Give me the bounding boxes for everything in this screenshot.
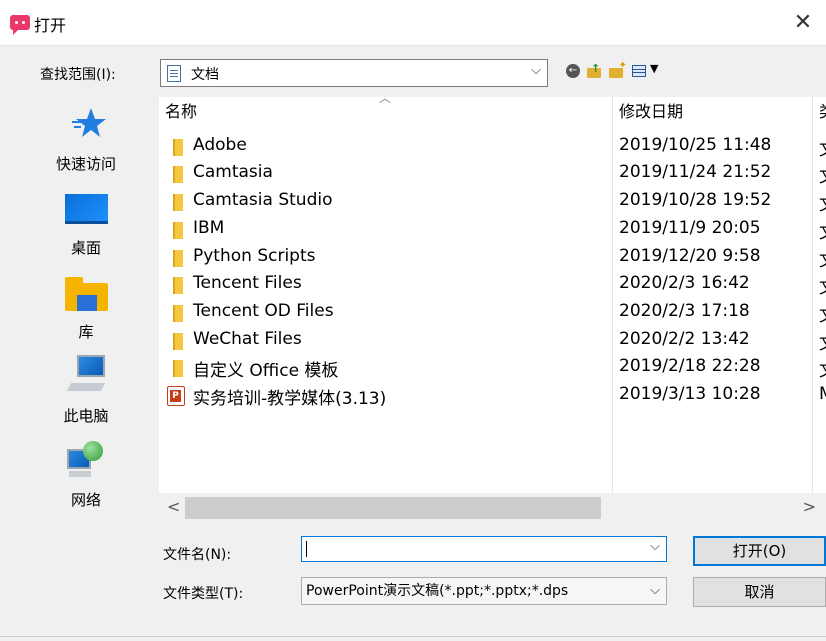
file-name: IBM [193, 218, 225, 238]
file-type: 文 [819, 246, 826, 271]
computer-icon [66, 355, 109, 395]
chevron-down-icon: ⌵ [650, 578, 660, 604]
file-row[interactable]: 自定义 Office 模板 2019/2/18 22:28 文 [159, 354, 826, 381]
file-name: Camtasia Studio [193, 190, 333, 210]
filetype-dropdown[interactable]: PowerPoint演示文稿(*.ppt;*.pptx;*.dps ⌵ [301, 577, 667, 605]
filename-label: 文件名(N): [163, 547, 232, 563]
folder-icon [173, 360, 183, 377]
filetype-label: 文件类型(T): [163, 586, 244, 602]
app-icon [10, 15, 30, 35]
folder-icon [173, 305, 183, 322]
documents-icon [167, 65, 181, 82]
file-row[interactable]: WeChat Files 2020/2/2 13:42 文 [159, 327, 826, 354]
file-date: 2020/2/2 13:42 [619, 329, 750, 349]
look-in-label: 查找范围(I): [40, 67, 116, 83]
network-icon [67, 441, 107, 481]
place-label: 快速访问 [55, 155, 116, 173]
folder-icon [173, 250, 183, 267]
file-name: Tencent OD Files [193, 301, 334, 321]
look-in-dropdown[interactable]: 文档 ⌵ [160, 59, 548, 87]
chevron-down-icon: ⌵ [531, 63, 541, 78]
file-date: 2019/2/18 22:28 [619, 356, 761, 376]
file-name: Camtasia [193, 162, 273, 182]
folder-icon [173, 277, 183, 294]
up-folder-icon[interactable]: ↑ [587, 62, 601, 78]
file-date: 2019/11/24 21:52 [619, 162, 772, 182]
place-label: 桌面 [70, 239, 101, 257]
open-button[interactable]: 打开(O) [693, 536, 826, 566]
file-row[interactable]: P 实务培训-教学媒体(3.13) 2019/3/13 10:28 M [159, 382, 826, 409]
view-menu-icon[interactable]: ▼ [632, 62, 666, 78]
scroll-right-arrow[interactable]: > [803, 497, 816, 516]
file-date: 2019/12/20 9:58 [619, 246, 761, 266]
place-label: 库 [78, 323, 94, 341]
text-caret [306, 541, 307, 557]
file-type: M [819, 384, 826, 404]
new-folder-icon[interactable]: ✦ [609, 60, 627, 78]
folder-icon [173, 139, 183, 156]
window-border [0, 636, 826, 637]
file-name: 自定义 Office 模板 [193, 361, 339, 381]
file-name: 实务培训-教学媒体(3.13) [193, 389, 387, 409]
column-header-date[interactable]: 修改日期 [619, 97, 683, 127]
star-icon [72, 108, 106, 137]
file-date: 2019/11/9 20:05 [619, 218, 761, 238]
file-row[interactable]: Python Scripts 2019/12/20 9:58 文 [159, 244, 826, 271]
filename-input[interactable]: ⌵ [301, 536, 667, 562]
file-date: 2019/10/25 11:48 [619, 135, 772, 155]
file-type: 文 [819, 273, 826, 298]
file-row[interactable]: Tencent Files 2020/2/3 16:42 文 [159, 271, 826, 298]
close-button[interactable]: ✕ [780, 0, 826, 46]
folder-icon [173, 194, 183, 211]
back-icon[interactable]: ← [566, 64, 580, 78]
file-row[interactable]: Camtasia 2019/11/24 21:52 文 [159, 160, 826, 187]
file-type: 文 [819, 190, 826, 215]
column-header-name[interactable]: 名称 [165, 97, 197, 127]
desktop-icon [65, 194, 108, 224]
place-label: 此电脑 [63, 407, 109, 425]
horizontal-scrollbar[interactable]: < > [159, 493, 826, 523]
file-type: 文 [819, 329, 826, 354]
file-date: 2019/3/13 10:28 [619, 384, 761, 404]
scroll-left-arrow[interactable]: < [167, 497, 180, 516]
file-name: WeChat Files [193, 329, 302, 349]
file-row[interactable]: Camtasia Studio 2019/10/28 19:52 文 [159, 188, 826, 215]
file-row[interactable]: Adobe 2019/10/25 11:48 文 [159, 133, 826, 160]
library-icon [65, 277, 108, 311]
title-bar: 打开 ✕ [0, 0, 826, 46]
file-type: 文 [819, 218, 826, 243]
file-type: 文 [819, 135, 826, 160]
file-date: 2020/2/3 16:42 [619, 273, 750, 293]
folder-icon [173, 222, 183, 239]
column-header-type[interactable]: 类 [819, 97, 826, 127]
file-name: Adobe [193, 135, 247, 155]
file-type: 文 [819, 301, 826, 326]
place-label: 网络 [70, 491, 101, 509]
file-type: 文 [819, 162, 826, 187]
file-list[interactable]: ︿ 名称 修改日期 类 Adobe 2019/10/25 11:48 文 Cam… [159, 97, 826, 523]
file-date: 2020/2/3 17:18 [619, 301, 750, 321]
sort-ascending-icon: ︿ [379, 97, 392, 105]
file-type: 文 [819, 356, 826, 381]
file-row[interactable]: Tencent OD Files 2020/2/3 17:18 文 [159, 299, 826, 326]
places-bar: 快速访问 桌面 库 此电脑 网络 [20, 97, 152, 627]
look-in-value: 文档 [191, 67, 219, 83]
cancel-button[interactable]: 取消 [693, 577, 826, 607]
file-date: 2019/10/28 19:52 [619, 190, 772, 210]
file-row[interactable]: IBM 2019/11/9 20:05 文 [159, 216, 826, 243]
folder-icon [173, 333, 183, 350]
window-title: 打开 [34, 16, 67, 35]
place-quick-access[interactable]: 快速访问 [20, 97, 152, 177]
chevron-down-icon[interactable]: ⌵ [650, 539, 660, 554]
powerpoint-file-icon: P [167, 386, 185, 406]
view-menu-caret: ▼ [650, 62, 659, 75]
file-name: Tencent Files [193, 273, 302, 293]
scrollbar-thumb[interactable] [185, 497, 601, 519]
folder-icon [173, 166, 183, 183]
file-name: Python Scripts [193, 246, 316, 266]
filetype-value: PowerPoint演示文稿(*.ppt;*.pptx;*.dps [306, 583, 569, 599]
